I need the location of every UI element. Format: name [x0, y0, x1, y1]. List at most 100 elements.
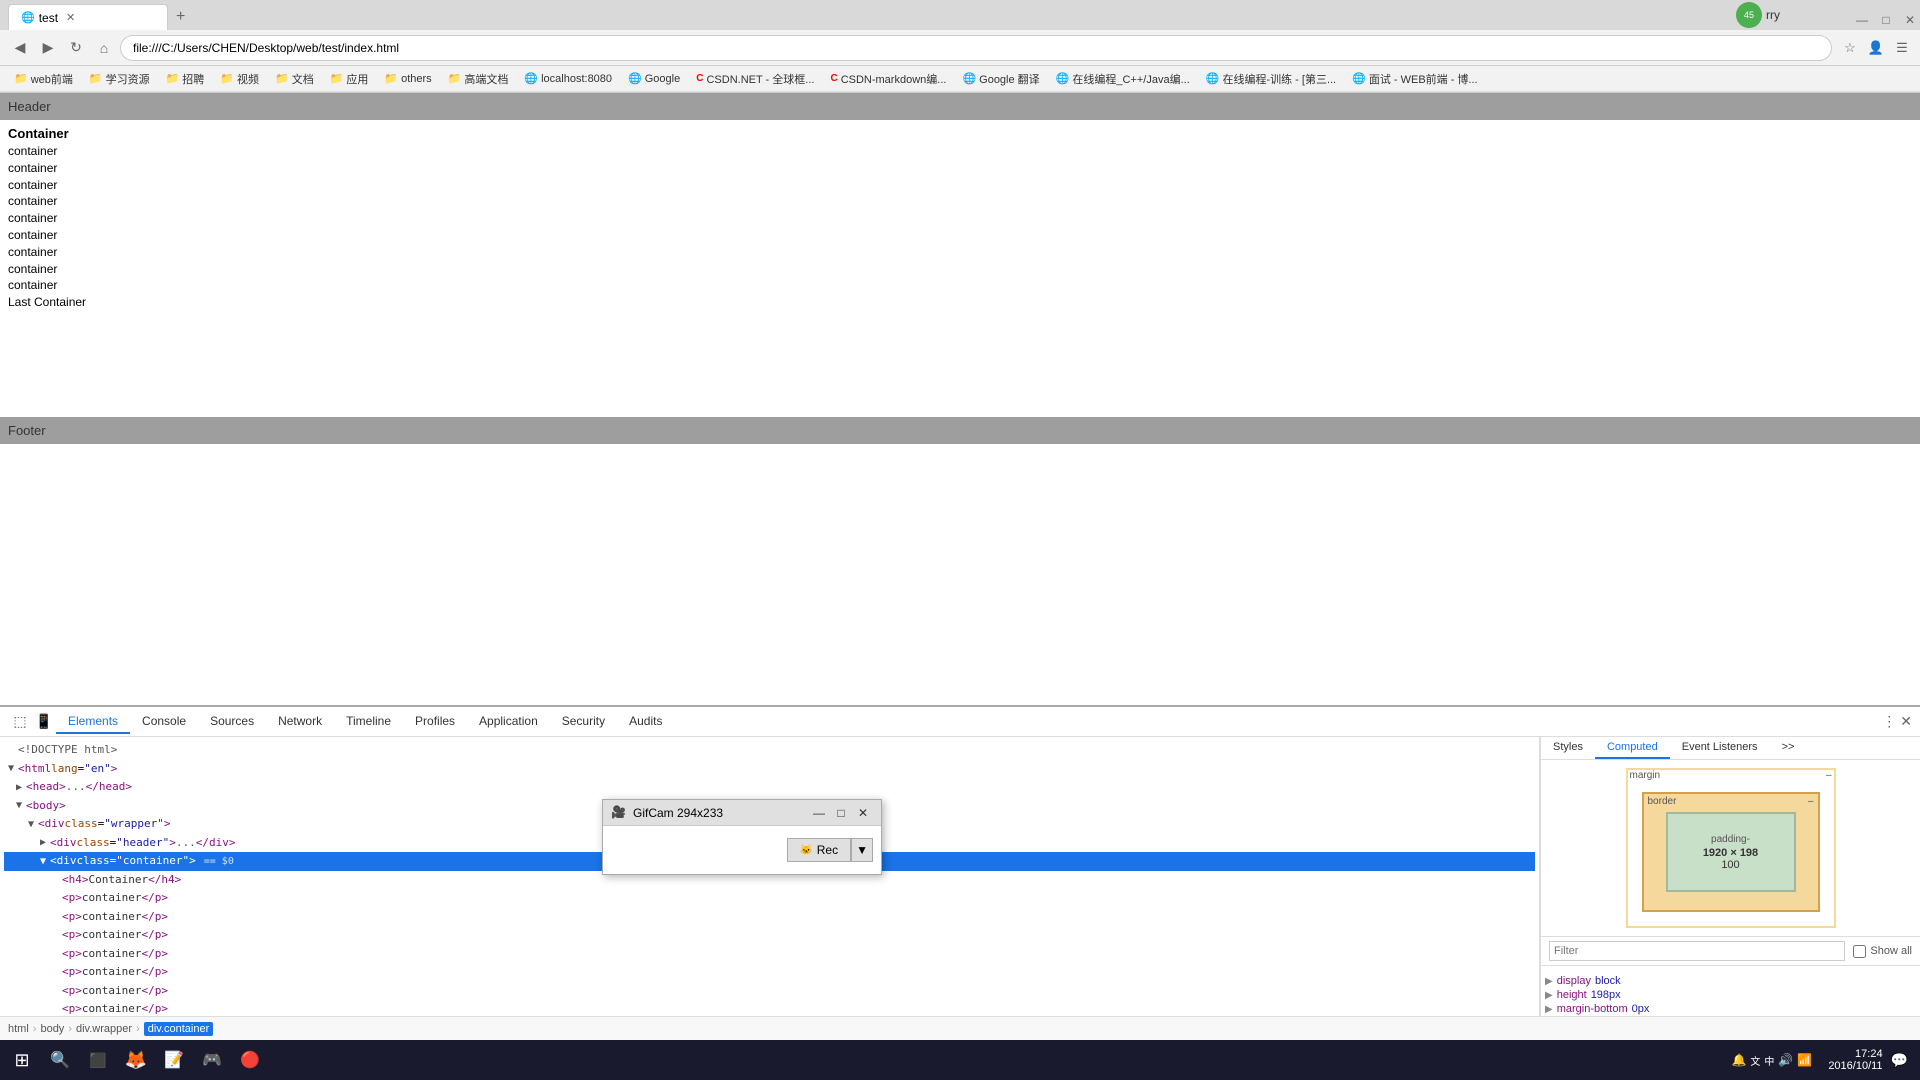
- styles-tab-more[interactable]: >>: [1770, 737, 1807, 759]
- html-tree-panel[interactable]: <!DOCTYPE html> <html lang="en"> <head>.…: [0, 737, 1540, 1016]
- taskbar-app1-btn[interactable]: 🎮: [194, 1042, 230, 1078]
- tab-close-btn[interactable]: ✕: [66, 11, 75, 24]
- csdn-icon: C: [696, 73, 703, 84]
- styles-tab-computed[interactable]: Computed: [1595, 737, 1670, 759]
- app2-icon: 🔴: [240, 1050, 260, 1070]
- taskbar-firefox-btn[interactable]: 🦊: [118, 1042, 154, 1078]
- bookmark-docs[interactable]: 📁 文档: [269, 69, 320, 89]
- tray-icon-1[interactable]: 🔔: [1731, 1053, 1746, 1067]
- bookmark-web[interactable]: 📁 web前端: [8, 69, 79, 89]
- devtools-tab-console[interactable]: Console: [130, 710, 198, 734]
- gifcam-close-btn[interactable]: ✕: [853, 803, 873, 823]
- bookmark-icon[interactable]: ☆: [1840, 38, 1860, 58]
- globe-icon: 🌐: [524, 72, 538, 85]
- browser-tab[interactable]: 🌐 test ✕: [8, 4, 168, 30]
- bookmark-high[interactable]: 📁 高端文档: [442, 69, 515, 89]
- reload-btn[interactable]: ↻: [64, 36, 88, 60]
- show-all-label[interactable]: Filter Show all: [1853, 945, 1912, 958]
- devtools-tab-elements[interactable]: Elements: [56, 710, 130, 734]
- devtools-tab-profiles[interactable]: Profiles: [403, 710, 467, 734]
- devtools-tab-timeline[interactable]: Timeline: [334, 710, 403, 734]
- html-line-p1[interactable]: <p>container</p>: [4, 889, 1535, 908]
- bookmark-others[interactable]: 📁 others: [378, 70, 437, 87]
- devtools-tab-network[interactable]: Network: [266, 710, 334, 734]
- forward-btn[interactable]: ▶: [36, 36, 60, 60]
- breadcrumb-container[interactable]: div.container: [144, 1022, 214, 1036]
- maximize-btn[interactable]: □: [1876, 10, 1896, 30]
- volume-icon[interactable]: 🔊: [1778, 1053, 1793, 1067]
- bookmark-google[interactable]: 🌐 Google: [622, 70, 686, 87]
- taskbar-start-btn[interactable]: ⊞: [4, 1042, 40, 1078]
- styles-tab-styles[interactable]: Styles: [1541, 737, 1595, 759]
- breadcrumb-body[interactable]: body: [40, 1023, 64, 1035]
- user-badge[interactable]: 45: [1736, 2, 1762, 28]
- styles-tab-event-listeners[interactable]: Event Listeners: [1670, 737, 1770, 759]
- html-line-p7[interactable]: <p>container</p>: [4, 1000, 1535, 1016]
- last-container-item: Last Container: [8, 294, 1912, 311]
- bookmark-recruit[interactable]: 📁 招聘: [160, 69, 211, 89]
- html-line-p4[interactable]: <p>container</p>: [4, 945, 1535, 964]
- bookmark-csdn-md[interactable]: C CSDN-markdown编...: [824, 69, 952, 89]
- bookmark-localhost[interactable]: 🌐 localhost:8080: [518, 70, 618, 87]
- box-dimensions: 1920 × 198: [1703, 847, 1758, 859]
- bookmark-interview[interactable]: 🌐 面试 - WEB前端 - 博...: [1346, 69, 1483, 89]
- gifcam-rec-btn[interactable]: 🐱 Rec: [787, 838, 851, 862]
- expand-icon[interactable]: ▶: [1545, 1004, 1553, 1015]
- filter-input[interactable]: [1549, 941, 1845, 961]
- html-line-html[interactable]: <html lang="en">: [4, 760, 1535, 779]
- new-tab-btn[interactable]: +: [168, 4, 193, 30]
- show-all-checkbox[interactable]: [1853, 945, 1866, 958]
- taskbar-editor-btn[interactable]: 📝: [156, 1042, 192, 1078]
- taskbar-clock[interactable]: 17:24 2016/10/11: [1828, 1048, 1882, 1072]
- bookmark-video[interactable]: 📁 视频: [214, 69, 265, 89]
- expand-icon[interactable]: ▶: [1545, 976, 1553, 987]
- taskbar-task-view-btn[interactable]: ⬛: [80, 1042, 116, 1078]
- header-text: Header: [8, 99, 51, 114]
- devtools-mobile-btn[interactable]: 📱: [32, 710, 56, 734]
- devtools-tab-application[interactable]: Application: [467, 710, 550, 734]
- bookmark-google-translate[interactable]: 🌐 Google 翻译: [956, 69, 1045, 89]
- css-props-panel: ▶ display block ▶ height 198px ▶ margin-…: [1541, 974, 1920, 1016]
- devtools-body: <!DOCTYPE html> <html lang="en"> <head>.…: [0, 737, 1920, 1016]
- bookmark-apps[interactable]: 📁 应用: [324, 69, 375, 89]
- rec-icon: 🐱: [800, 845, 812, 856]
- home-btn[interactable]: ⌂: [92, 36, 116, 60]
- html-line-p6[interactable]: <p>container</p>: [4, 982, 1535, 1001]
- taskbar-search-btn[interactable]: 🔍: [42, 1042, 78, 1078]
- minimize-btn[interactable]: —: [1852, 10, 1872, 30]
- devtools-tab-security[interactable]: Security: [550, 710, 617, 734]
- user-account-icon[interactable]: 👤: [1866, 38, 1886, 58]
- devtools-tab-sources[interactable]: Sources: [198, 710, 266, 734]
- gifcam-minimize-btn[interactable]: —: [809, 803, 829, 823]
- gifcam-dropdown-btn[interactable]: ▼: [851, 838, 873, 862]
- box-border-visual: border – padding- 1920 × 198 100: [1642, 792, 1820, 912]
- html-line-p5[interactable]: <p>container</p>: [4, 963, 1535, 982]
- devtools-close-btn[interactable]: ✕: [1900, 713, 1912, 730]
- devtools-inspect-btn[interactable]: ⬚: [8, 710, 32, 734]
- breadcrumb-wrapper[interactable]: div.wrapper: [76, 1023, 132, 1035]
- bookmark-csdn[interactable]: C CSDN.NET - 全球框...: [690, 69, 820, 89]
- expand-icon[interactable]: ▶: [1545, 990, 1553, 1001]
- gifcam-maximize-btn[interactable]: □: [831, 803, 851, 823]
- bookmark-study[interactable]: 📁 学习资源: [83, 69, 156, 89]
- back-btn[interactable]: ◀: [8, 36, 32, 60]
- html-line-p3[interactable]: <p>container</p>: [4, 926, 1535, 945]
- devtools-more-btn[interactable]: ⋮: [1882, 713, 1896, 730]
- breadcrumb-html[interactable]: html: [8, 1023, 29, 1035]
- tray-icon-3[interactable]: 中: [1764, 1053, 1774, 1068]
- url-input[interactable]: [120, 35, 1832, 61]
- close-btn[interactable]: ✕: [1900, 10, 1920, 30]
- network-icon[interactable]: 📶: [1797, 1053, 1812, 1067]
- menu-icon[interactable]: ☰: [1892, 38, 1912, 58]
- tray-icon-2[interactable]: 文: [1750, 1053, 1760, 1068]
- taskbar-app2-btn[interactable]: 🔴: [232, 1042, 268, 1078]
- devtools-tab-audits[interactable]: Audits: [617, 710, 674, 734]
- bookmark-online-train[interactable]: 🌐 在线编程-训练 - [第三...: [1200, 69, 1342, 89]
- html-line-p2[interactable]: <p>container</p>: [4, 908, 1535, 927]
- bookmark-online-cpp[interactable]: 🌐 在线编程_C++/Java编...: [1050, 69, 1196, 89]
- box-model-container: margin – border – padding- 1920 × 198: [1541, 760, 1920, 937]
- html-line-head[interactable]: <head>...</head>: [4, 778, 1535, 797]
- folder-icon: 📁: [275, 72, 289, 85]
- notification-btn[interactable]: 💬: [1891, 1052, 1908, 1069]
- html-line-doctype[interactable]: <!DOCTYPE html>: [4, 741, 1535, 760]
